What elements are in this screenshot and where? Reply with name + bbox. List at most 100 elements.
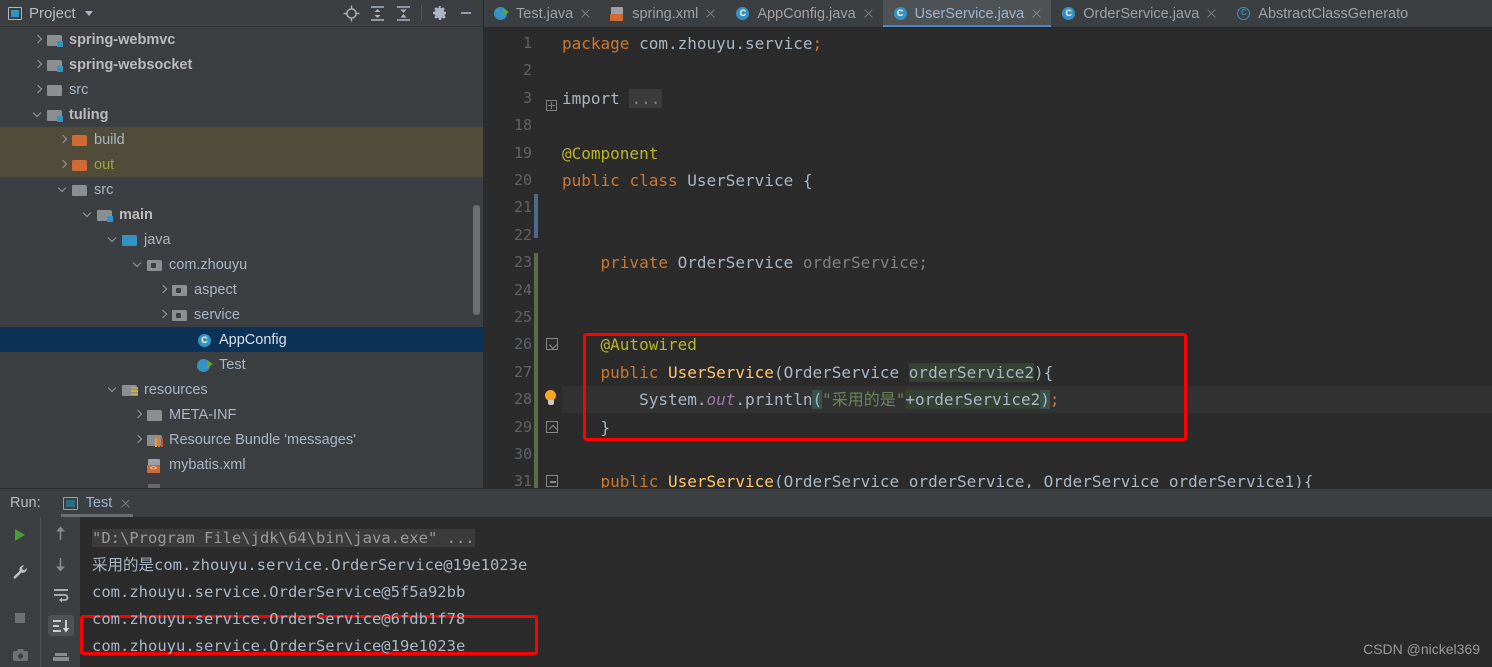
code-line[interactable]: 21	[484, 194, 1492, 221]
tree-node-build[interactable]: build	[0, 127, 483, 152]
tree-node-appconfig[interactable]: AppConfig	[0, 327, 483, 352]
tree-node-test[interactable]: Test	[0, 352, 483, 377]
code-line[interactable]: 23 private OrderService orderService;	[484, 249, 1492, 276]
line-number: 25	[513, 308, 532, 326]
code-line[interactable]: 1 package com.zhouyu.service;	[484, 30, 1492, 57]
project-tree-scrollbar[interactable]	[473, 205, 480, 315]
editor-tab-orderservice-java[interactable]: OrderService.java	[1051, 0, 1226, 27]
chevron-right-icon[interactable]	[56, 158, 69, 171]
folder-icon	[147, 408, 163, 422]
tree-node-spring-websocket[interactable]: spring-websocket	[0, 52, 483, 77]
up-arrow-icon[interactable]	[48, 523, 74, 544]
tree-node-src[interactable]: src	[0, 77, 483, 102]
soft-wrap-icon[interactable]	[48, 585, 74, 606]
fold-region-start-icon[interactable]	[546, 338, 558, 351]
run-icon[interactable]	[7, 523, 33, 547]
editor-tab-test-java[interactable]: Test.java	[484, 0, 600, 27]
close-icon[interactable]	[1206, 8, 1217, 19]
print-icon[interactable]	[48, 646, 74, 667]
collapse-all-icon[interactable]	[392, 2, 414, 24]
intention-bulb-icon[interactable]	[544, 390, 557, 407]
code-line[interactable]: 31 public UserService(OrderService order…	[484, 468, 1492, 488]
gear-icon[interactable]	[429, 2, 451, 24]
tree-node-resources[interactable]: resources	[0, 377, 483, 402]
chevron-right-icon[interactable]	[31, 83, 44, 96]
chevron-right-icon[interactable]	[31, 33, 44, 46]
wrench-icon[interactable]	[7, 561, 33, 585]
chevron-right-icon[interactable]	[156, 283, 169, 296]
tree-node-com-zhouyu[interactable]: com.zhouyu	[0, 252, 483, 277]
chevron-down-icon[interactable]	[81, 208, 94, 221]
tree-node-resource-bundle-messages[interactable]: Resource Bundle 'messages'	[0, 427, 483, 452]
tree-node-main[interactable]: main	[0, 202, 483, 227]
run-configuration-tab[interactable]: Test	[55, 489, 140, 517]
chevron-right-icon[interactable]	[31, 58, 44, 71]
console-output[interactable]: "D:\Program File\jdk\64\bin\java.exe" ..…	[80, 517, 1492, 667]
chevron-down-icon[interactable]	[106, 233, 119, 246]
close-icon[interactable]	[580, 8, 591, 19]
line-number: 29	[513, 417, 532, 436]
editor-tab-appconfig-java[interactable]: AppConfig.java	[725, 0, 882, 27]
tree-node-meta-inf[interactable]: META-INF	[0, 402, 483, 427]
tree-node-src[interactable]: src	[0, 177, 483, 202]
code-line[interactable]: 25	[484, 304, 1492, 331]
close-icon[interactable]	[705, 8, 716, 19]
close-icon[interactable]	[1031, 8, 1042, 19]
editor-tab-spring-xml[interactable]: spring.xml	[600, 0, 725, 27]
editor-tab-abstractclassgenerato[interactable]: AbstractClassGenerato	[1226, 0, 1417, 27]
down-arrow-icon[interactable]	[48, 554, 74, 575]
code-line[interactable]: 30	[484, 441, 1492, 468]
close-icon[interactable]	[863, 8, 874, 19]
expand-all-icon[interactable]	[366, 2, 388, 24]
chevron-right-icon[interactable]	[156, 308, 169, 321]
project-tree[interactable]: spring-webmvc spring-websocket src tuling bu…	[0, 27, 483, 488]
stop-icon[interactable]	[7, 606, 33, 630]
chevron-right-icon[interactable]	[131, 433, 144, 446]
code-line[interactable]: 26 @Autowired	[484, 331, 1492, 358]
fold-region-icon[interactable]	[546, 475, 558, 488]
chevron-down-icon[interactable]	[84, 10, 93, 16]
tree-node-mybatis-xml[interactable]: mybatis.xml	[0, 452, 483, 477]
code-line[interactable]: 2	[484, 57, 1492, 84]
editor-tab-label: AppConfig.java	[757, 5, 856, 22]
tree-node-label: Resource Bundle 'messages'	[169, 431, 356, 448]
code-line[interactable]: 20 public class UserService {	[484, 167, 1492, 194]
chevron-down-icon[interactable]	[31, 108, 44, 121]
code-line[interactable]: 28 System.out.println("采用的是"+orderServic…	[484, 386, 1492, 413]
tree-node-label: META-INF	[169, 406, 237, 423]
console-line: com.zhouyu.service.OrderService@6fdb1f78	[92, 610, 466, 628]
chevron-down-icon[interactable]	[56, 183, 69, 196]
tree-node-partial[interactable]	[0, 477, 483, 488]
code-line[interactable]: 3 import ...	[484, 85, 1492, 112]
project-title-group[interactable]: Project	[8, 5, 340, 22]
scroll-to-end-icon[interactable]	[47, 615, 74, 637]
code-line[interactable]: 29 }	[484, 414, 1492, 441]
chevron-down-icon[interactable]	[131, 258, 144, 271]
tree-node-service[interactable]: service	[0, 302, 483, 327]
code-text: System.out.println("采用的是"+orderService2)…	[562, 390, 1060, 410]
fold-expand-import-icon[interactable]	[546, 93, 557, 111]
editor-tab-userservice-java[interactable]: UserService.java	[882, 0, 1052, 27]
tree-node-spring-webmvc[interactable]: spring-webmvc	[0, 27, 483, 52]
close-icon[interactable]	[120, 498, 131, 509]
tree-node-aspect[interactable]: aspect	[0, 277, 483, 302]
fold-region-end-icon[interactable]	[546, 420, 558, 433]
locate-icon[interactable]	[340, 2, 362, 24]
java-runnable-class-icon	[494, 6, 509, 21]
code-editor[interactable]: 1 package com.zhouyu.service; 2 3 import ...…	[484, 28, 1492, 488]
watermark-text: CSDN @nickel369	[1363, 641, 1480, 657]
code-line[interactable]: 22	[484, 222, 1492, 249]
minimize-icon[interactable]	[455, 2, 477, 24]
console-line: 采用的是com.zhouyu.service.OrderService@19e1…	[92, 556, 528, 574]
tree-node-out[interactable]: out	[0, 152, 483, 177]
chevron-down-icon[interactable]	[106, 383, 119, 396]
code-line[interactable]: 24	[484, 277, 1492, 304]
code-line[interactable]: 19 @Component	[484, 140, 1492, 167]
code-line[interactable]: 27 public UserService(OrderService order…	[484, 359, 1492, 386]
tree-node-tuling[interactable]: tuling	[0, 102, 483, 127]
camera-icon[interactable]	[7, 644, 33, 667]
chevron-right-icon[interactable]	[131, 408, 144, 421]
chevron-right-icon[interactable]	[56, 133, 69, 146]
code-line[interactable]: 18	[484, 112, 1492, 139]
tree-node-java[interactable]: java	[0, 227, 483, 252]
